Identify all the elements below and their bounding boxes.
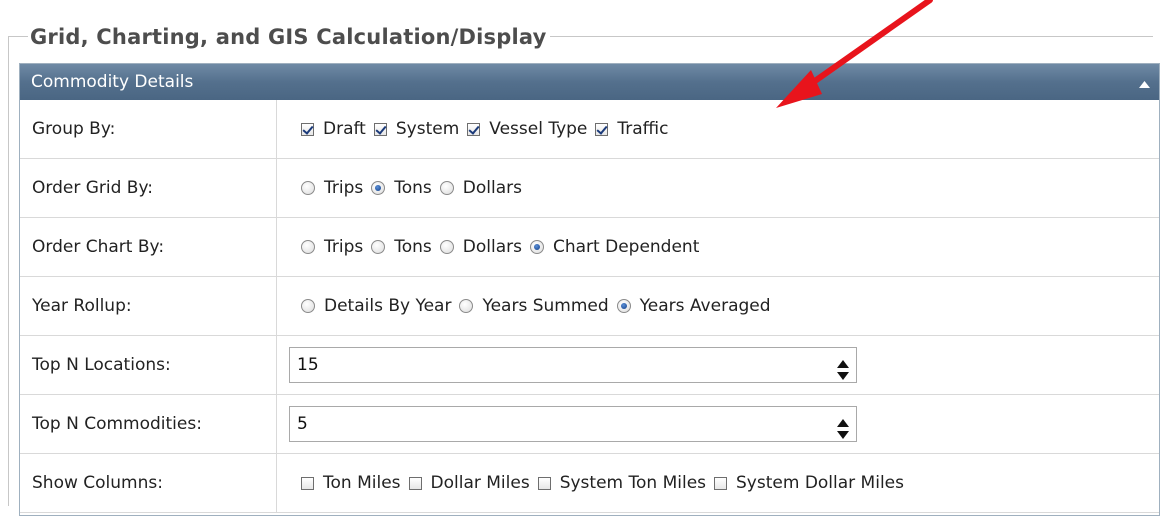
year-rollup-details-option[interactable]: Details By Year bbox=[301, 296, 451, 316]
top-n-locations-decrement-button[interactable] bbox=[836, 366, 850, 380]
show-system-dollar-miles-option[interactable]: System Dollar Miles bbox=[714, 473, 904, 493]
top-n-commodities-label: Top N Commodities: bbox=[20, 395, 277, 453]
top-n-locations-input[interactable] bbox=[290, 348, 820, 382]
order-chart-tons-label: Tons bbox=[394, 237, 432, 257]
triangle-up-icon bbox=[1139, 81, 1150, 88]
order-grid-dollars-radio[interactable] bbox=[439, 181, 454, 195]
top-n-locations-value bbox=[277, 336, 1159, 394]
top-n-commodities-stepper[interactable] bbox=[289, 406, 857, 442]
top-n-commodities-increment-button[interactable] bbox=[836, 413, 850, 427]
order-chart-dollars-option[interactable]: Dollars bbox=[439, 237, 522, 257]
order-chart-trips-radio[interactable] bbox=[301, 240, 315, 254]
show-system-dollar-miles-checkbox[interactable] bbox=[714, 476, 728, 490]
year-rollup-averaged-radio[interactable] bbox=[616, 299, 631, 313]
order-grid-tons-option[interactable]: Tons bbox=[371, 178, 432, 198]
top-n-locations-label: Top N Locations: bbox=[20, 336, 277, 394]
top-n-commodities-decrement-button[interactable] bbox=[836, 425, 850, 439]
group-by-traffic-checkbox[interactable] bbox=[595, 122, 609, 136]
show-system-ton-miles-label: System Ton Miles bbox=[559, 473, 707, 493]
order-grid-trips-label: Trips bbox=[324, 178, 364, 198]
order-grid-dollars-label: Dollars bbox=[462, 178, 522, 198]
show-columns-label: Show Columns: bbox=[20, 454, 277, 512]
caret-down-icon bbox=[837, 372, 849, 380]
top-n-commodities-spinner bbox=[836, 413, 850, 439]
order-chart-tons-option[interactable]: Tons bbox=[371, 237, 432, 257]
top-n-locations-spinner bbox=[836, 354, 850, 380]
year-rollup-summed-radio[interactable] bbox=[459, 299, 474, 313]
panel-header[interactable]: Commodity Details bbox=[20, 64, 1159, 100]
order-grid-tons-label: Tons bbox=[394, 178, 432, 198]
order-chart-by-label: Order Chart By: bbox=[20, 218, 277, 276]
order-chart-dollars-radio[interactable] bbox=[439, 240, 454, 254]
show-ton-miles-option[interactable]: Ton Miles bbox=[301, 473, 401, 493]
year-rollup-details-label: Details By Year bbox=[324, 296, 452, 316]
group-by-traffic-option[interactable]: Traffic bbox=[595, 119, 668, 139]
order-chart-dollars-label: Dollars bbox=[462, 237, 522, 257]
order-grid-by-options: Trips Tons Dollars bbox=[277, 159, 1159, 217]
year-rollup-label: Year Rollup: bbox=[20, 277, 277, 335]
row-top-n-locations: Top N Locations: bbox=[20, 336, 1159, 395]
group-by-vessel-type-label: Vessel Type bbox=[489, 119, 588, 139]
row-year-rollup: Year Rollup: Details By Year Years Summe… bbox=[20, 277, 1159, 336]
year-rollup-details-radio[interactable] bbox=[301, 299, 315, 313]
group-by-label: Group By: bbox=[20, 100, 277, 158]
collapse-button[interactable] bbox=[1133, 64, 1155, 100]
group-by-draft-option[interactable]: Draft bbox=[301, 119, 366, 139]
show-ton-miles-label: Ton Miles bbox=[323, 473, 401, 493]
show-ton-miles-checkbox[interactable] bbox=[301, 476, 314, 490]
show-dollar-miles-label: Dollar Miles bbox=[430, 473, 530, 493]
show-system-dollar-miles-label: System Dollar Miles bbox=[736, 473, 904, 493]
row-order-grid-by: Order Grid By: Trips Tons Dollars bbox=[20, 159, 1159, 218]
year-rollup-averaged-option[interactable]: Years Averaged bbox=[616, 296, 771, 316]
year-rollup-summed-label: Years Summed bbox=[482, 296, 609, 316]
order-chart-dependent-option[interactable]: Chart Dependent bbox=[529, 237, 700, 257]
group-by-draft-checkbox[interactable] bbox=[301, 122, 314, 136]
order-chart-trips-option[interactable]: Trips bbox=[301, 237, 363, 257]
order-chart-dependent-label: Chart Dependent bbox=[552, 237, 700, 257]
year-rollup-averaged-label: Years Averaged bbox=[639, 296, 771, 316]
order-grid-tons-radio[interactable] bbox=[371, 181, 386, 195]
year-rollup-options: Details By Year Years Summed Years Avera… bbox=[277, 277, 1159, 335]
order-chart-tons-radio[interactable] bbox=[371, 240, 386, 254]
order-grid-trips-radio[interactable] bbox=[301, 181, 315, 195]
row-show-columns: Show Columns: Ton Miles Dollar Miles Sys… bbox=[20, 454, 1159, 513]
group-by-vessel-type-checkbox[interactable] bbox=[467, 122, 481, 136]
group-by-draft-label: Draft bbox=[323, 119, 366, 139]
group-by-traffic-label: Traffic bbox=[617, 119, 669, 139]
order-grid-trips-option[interactable]: Trips bbox=[301, 178, 363, 198]
show-system-ton-miles-checkbox[interactable] bbox=[537, 476, 551, 490]
group-by-options: Draft System Vessel Type Traffic bbox=[277, 100, 1159, 158]
group-by-vessel-type-option[interactable]: Vessel Type bbox=[467, 119, 587, 139]
group-by-system-checkbox[interactable] bbox=[373, 122, 387, 136]
group-by-system-label: System bbox=[395, 119, 460, 139]
top-n-locations-increment-button[interactable] bbox=[836, 354, 850, 368]
group-by-system-option[interactable]: System bbox=[373, 119, 460, 139]
order-chart-dependent-radio[interactable] bbox=[529, 240, 544, 254]
page: Grid, Charting, and GIS Calculation/Disp… bbox=[0, 0, 1167, 516]
caret-down-icon bbox=[837, 431, 849, 439]
top-n-locations-stepper[interactable] bbox=[289, 347, 857, 383]
show-dollar-miles-option[interactable]: Dollar Miles bbox=[408, 473, 530, 493]
row-order-chart-by: Order Chart By: Trips Tons Dollars Chart… bbox=[20, 218, 1159, 277]
order-chart-by-options: Trips Tons Dollars Chart Dependent bbox=[277, 218, 1159, 276]
order-grid-dollars-option[interactable]: Dollars bbox=[439, 178, 522, 198]
row-top-n-commodities: Top N Commodities: bbox=[20, 395, 1159, 454]
order-chart-trips-label: Trips bbox=[324, 237, 364, 257]
top-n-commodities-value bbox=[277, 395, 1159, 453]
fieldset-legend: Grid, Charting, and GIS Calculation/Disp… bbox=[28, 22, 551, 52]
show-dollar-miles-checkbox[interactable] bbox=[408, 476, 422, 490]
panel-title: Commodity Details bbox=[31, 72, 194, 92]
show-columns-options: Ton Miles Dollar Miles System Ton Miles … bbox=[277, 454, 1159, 512]
year-rollup-summed-option[interactable]: Years Summed bbox=[459, 296, 609, 316]
order-grid-by-label: Order Grid By: bbox=[20, 159, 277, 217]
row-group-by: Group By: Draft System Vessel Type Traff… bbox=[20, 100, 1159, 159]
top-n-commodities-input[interactable] bbox=[290, 407, 820, 441]
commodity-details-panel: Commodity Details Group By: Draft System bbox=[19, 63, 1160, 516]
show-system-ton-miles-option[interactable]: System Ton Miles bbox=[537, 473, 707, 493]
